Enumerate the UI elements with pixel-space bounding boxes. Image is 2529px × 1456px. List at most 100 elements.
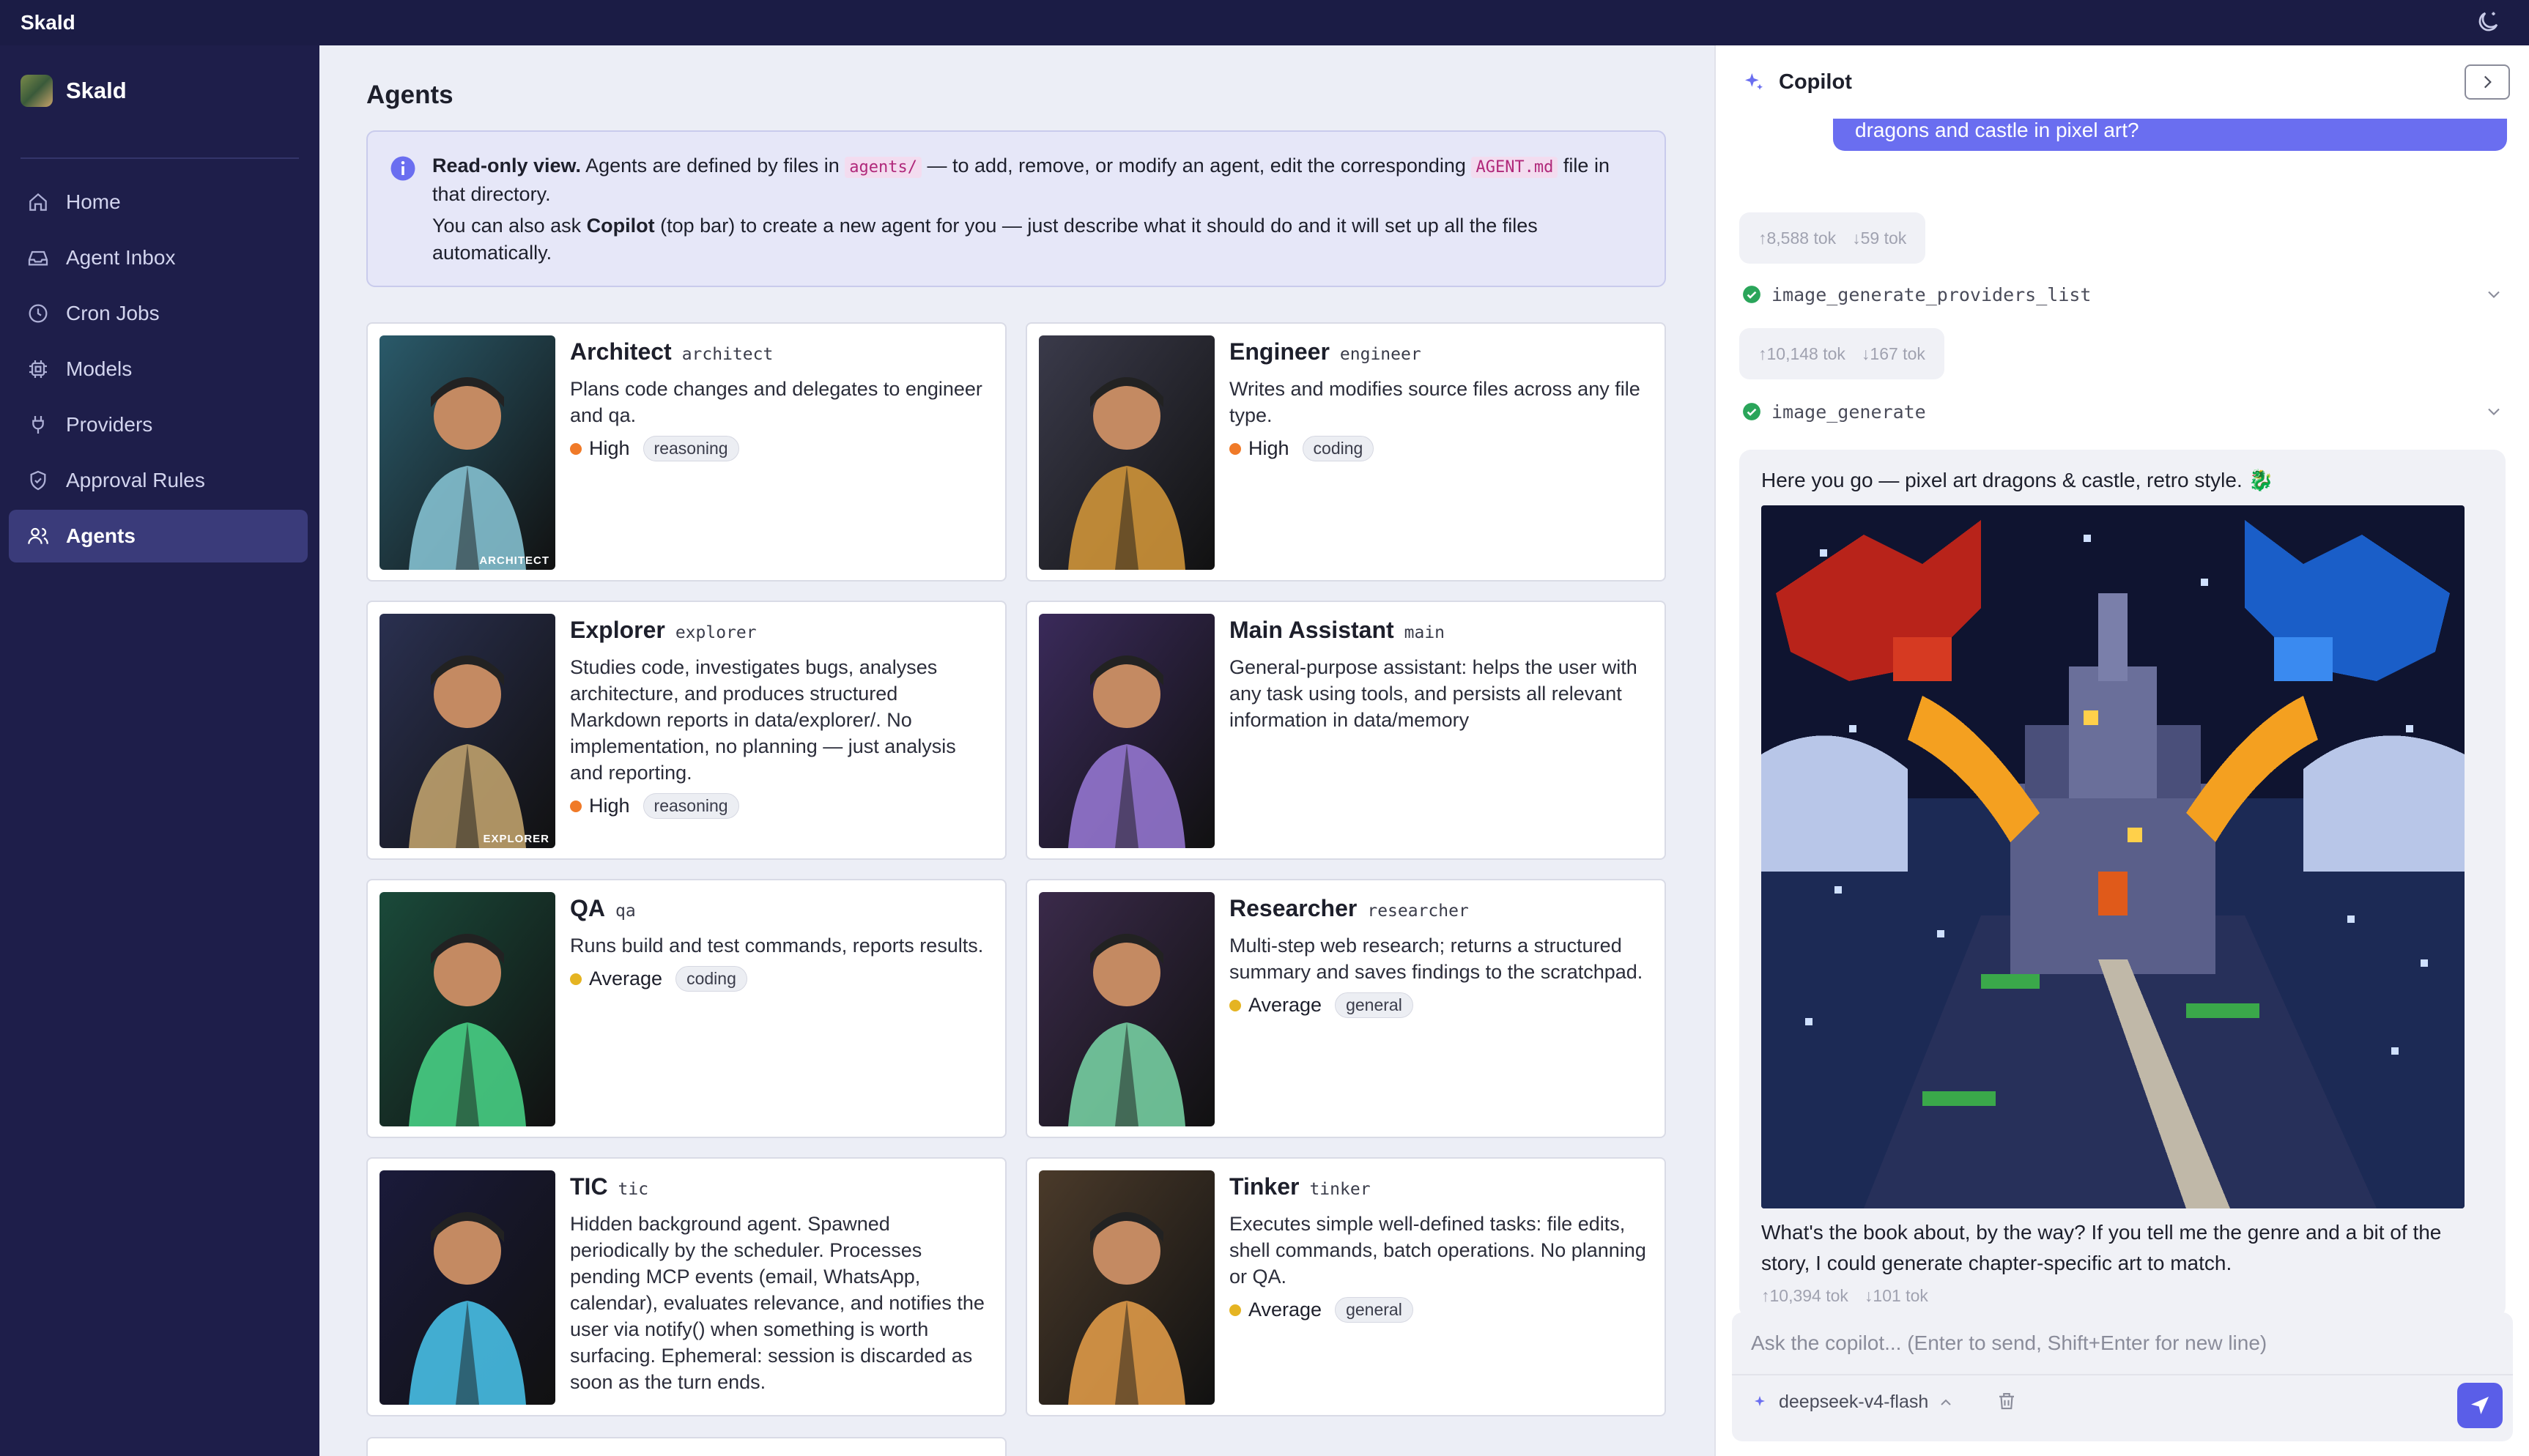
agent-meta: High reasoning [570,793,993,819]
agent-name: TIC [570,1173,608,1200]
sidebar-item-agents[interactable]: Agents [9,510,308,562]
sidebar-item-agent-inbox[interactable]: Agent Inbox [9,231,308,284]
brand-name: Skald [66,78,127,103]
tool-call-row[interactable]: image_generate_providers_list [1742,280,2504,309]
plug-icon [32,416,44,434]
agent-portrait-image [1039,892,1215,1126]
agent-card-engineer[interactable]: Engineer engineer Writes and modifies sour… [1026,322,1666,582]
agent-card-header: Architect architect [570,338,993,365]
tool-call-row[interactable]: image_generate [1742,397,2504,426]
sidebar-divider [21,157,299,159]
agent-portrait [1039,614,1215,848]
agent-card-qa[interactable]: QA qa Runs build and test commands, report… [366,879,1007,1138]
tokens-in: ↑10,148 tok [1758,343,1845,363]
brand[interactable]: Skald [21,75,127,107]
shield-icon [30,470,46,491]
brand-logo [21,75,53,107]
users-icon [28,527,48,544]
agent-card-architect[interactable]: ARCHITECT Architect architect Plans code ch… [366,322,1007,582]
agent-description: Studies code, investigates bugs, analyse… [570,656,956,784]
copilot-composer: deepseek-v4-flash [1732,1312,2513,1441]
agent-card-partial[interactable] [366,1437,1007,1456]
home-icon [29,193,47,211]
agent-card-header: QA qa [570,895,993,922]
agent-name: Engineer [1229,338,1330,365]
agent-description: Writes and modifies source files across … [1229,378,1640,426]
agent-portrait-image [379,892,555,1126]
tool-name: image_generate_providers_list [1771,283,2092,305]
sidebar-item-label: Home [66,190,121,213]
agent-portrait-image [379,335,555,570]
agent-level: Average [589,967,663,989]
agent-level: High [589,795,630,817]
agent-card-tinker[interactable]: Tinker tinker Executes simple well-defined… [1026,1157,1666,1416]
agent-id: researcher [1367,902,1469,921]
agent-level: High [589,437,630,459]
token-usage-pill: ↑10,148 tok ↓167 tok [1739,328,1944,379]
level-dot [1229,1304,1241,1316]
agent-meta: Average general [1229,992,1653,1018]
notice-line-1: Read-only view. Agents are defined by fi… [432,152,1643,208]
notice-copilot-mention: Copilot [586,215,655,237]
tool-name: image_generate [1771,401,1926,423]
copilot-input[interactable] [1732,1312,2513,1374]
generated-image[interactable] [1761,505,2465,1208]
chevron-right-icon [2484,75,2492,89]
composer-divider [1732,1374,2513,1375]
agent-card-main[interactable]: Main Assistant main General-purpose assist… [1026,601,1666,860]
agent-portrait-image [1039,614,1215,848]
agent-card-header: Main Assistant main [1229,617,1653,644]
agent-portrait [1039,892,1215,1126]
sidebar-nav: Home Agent Inbox Cron Jobs Models Provid… [9,176,308,565]
sidebar-item-models[interactable]: Models [9,343,308,395]
agent-card-header: Researcher researcher [1229,895,1653,922]
chevron-down-icon[interactable] [2484,401,2504,422]
agent-id: main [1404,623,1445,642]
model-selector[interactable]: deepseek-v4-flash [1752,1392,1955,1413]
collapse-panel-button[interactable] [2465,64,2510,100]
agent-card-tic[interactable]: TIC tic Hidden background agent. Spawned p… [366,1157,1007,1416]
sidebar-item-label: Models [66,357,133,380]
notice-text: Agents are defined by files in [581,155,845,177]
agent-card-header: Tinker tinker [1229,1173,1653,1200]
agent-id: explorer [675,623,757,642]
trash-icon[interactable] [1996,1390,2018,1412]
chevron-down-icon[interactable] [2484,284,2504,305]
level-dot [1229,999,1241,1011]
agent-description: Runs build and test commands, reports re… [570,935,984,957]
sparkle-icon [1745,73,1763,90]
agent-tag: coding [675,966,747,992]
agent-meta: High reasoning [570,436,993,461]
agent-name: Tinker [1229,1173,1300,1200]
agent-card-explorer[interactable]: EXPLORER Explorer explorer Studies code, in… [366,601,1007,860]
agent-tag: coding [1302,436,1374,461]
sidebar-item-providers[interactable]: Providers [9,398,308,451]
copilot-title: Copilot [1779,70,1852,94]
agent-tag: reasoning [643,436,739,461]
agent-card-header: TIC tic [570,1173,993,1200]
sidebar-item-cron-jobs[interactable]: Cron Jobs [9,287,308,340]
agent-portrait-image [1039,335,1215,570]
agent-portrait-image [379,1170,555,1405]
agent-portrait [1039,335,1215,570]
send-button[interactable] [2457,1383,2503,1428]
agent-card-researcher[interactable]: Researcher researcher Multi-step web resea… [1026,879,1666,1138]
send-icon [2471,1397,2489,1414]
agent-id: tic [618,1180,649,1199]
moon-icon[interactable] [2475,9,2501,35]
sidebar-item-home[interactable]: Home [9,176,308,229]
user-message-text: dragons and castle in pixel art? [1855,119,2139,141]
clock-icon [29,304,48,323]
agent-meta: Average general [1229,1297,1653,1323]
agent-portrait-image [379,614,555,848]
agent-description: General-purpose assistant: helps the use… [1229,656,1637,731]
level-dot [1229,442,1241,455]
agent-meta: Average coding [570,966,993,992]
agent-id: tinker [1309,1180,1371,1199]
chevron-up-icon [1941,1399,1952,1405]
level-dot [570,442,582,455]
sidebar: Skald Home Agent Inbox Cron Jobs Models … [0,45,319,1456]
user-message-bubble: dragons and castle in pixel art? [1833,119,2507,151]
level-dot [570,973,582,985]
sidebar-item-approval-rules[interactable]: Approval Rules [9,454,308,507]
